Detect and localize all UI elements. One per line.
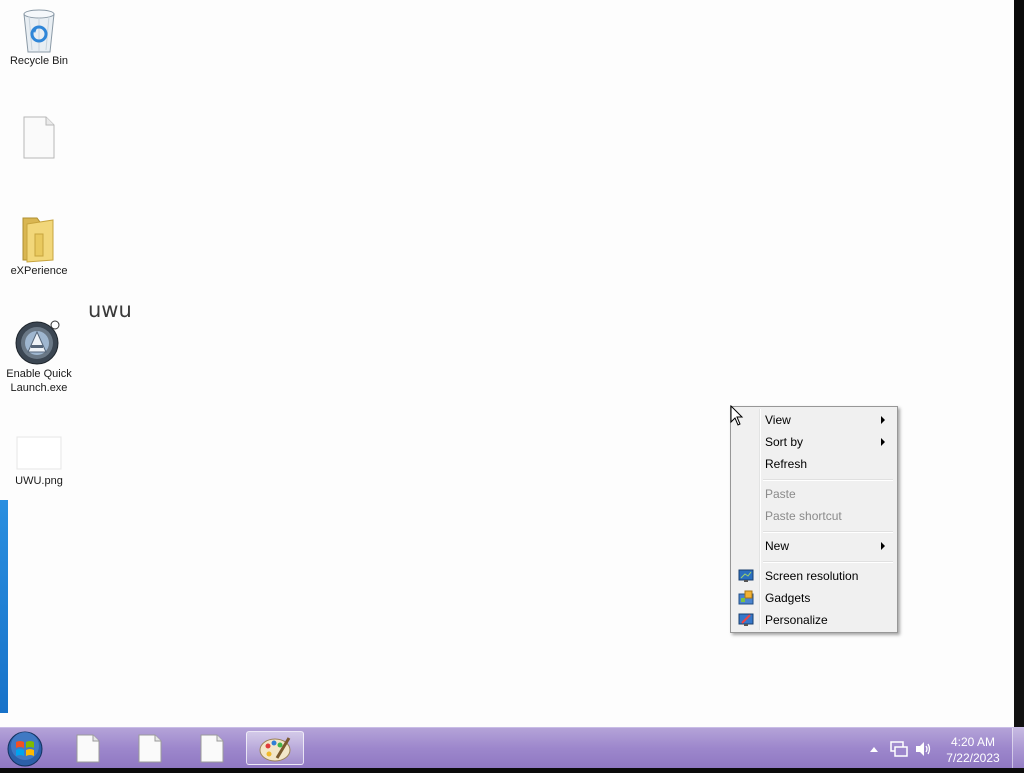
menu-item-screen-resolution[interactable]: Screen resolution — [733, 565, 895, 587]
taskbar: 4:20 AM 7/22/2023 — [0, 727, 1024, 768]
screen-edge-strip — [1014, 0, 1024, 727]
app-launcher-icon — [15, 320, 60, 365]
taskbar-button-document-3[interactable] — [184, 731, 240, 765]
menu-item-new[interactable]: New — [733, 535, 895, 557]
document-icon — [200, 734, 224, 763]
menu-item-refresh[interactable]: Refresh — [733, 453, 895, 475]
menu-item-label: Screen resolution — [765, 569, 859, 583]
desktop-icon-experience-folder[interactable]: eXPerience — [0, 214, 78, 278]
wallpaper-edge-strip — [0, 500, 8, 713]
menu-item-sort-by[interactable]: Sort by — [733, 431, 895, 453]
menu-item-label: Paste shortcut — [765, 509, 842, 523]
clock-date: 7/22/2023 — [946, 751, 1000, 765]
desktop-icon-enable-quick-launch[interactable]: Enable Quick Launch.exe — [0, 319, 78, 395]
blank-file-icon — [23, 116, 55, 159]
notification-area — [866, 728, 936, 769]
show-hidden-icons-icon[interactable] — [869, 745, 879, 753]
menu-item-label: Gadgets — [765, 591, 811, 605]
screen-resolution-icon — [738, 569, 754, 582]
desktop-icon-label: Enable Quick Launch.exe — [6, 368, 72, 394]
taskbar-button-document-2[interactable] — [122, 731, 178, 765]
menu-item-label: Personalize — [765, 613, 828, 627]
menu-item-label: New — [765, 539, 790, 553]
desktop-icon-uwu-png[interactable]: UWU.png — [0, 436, 78, 488]
desktop-icon-label: UWU.png — [15, 475, 63, 487]
menu-item-paste-shortcut[interactable]: Paste shortcut — [733, 505, 895, 527]
personalize-icon — [738, 613, 754, 626]
menu-item-label: Refresh — [765, 457, 808, 471]
desktop-context-menu: View Sort by Refresh Paste Paste shortcu… — [730, 406, 898, 633]
show-desktop-button[interactable] — [1012, 728, 1024, 768]
submenu-arrow-icon — [881, 438, 885, 446]
volume-icon[interactable] — [914, 740, 932, 758]
submenu-arrow-icon — [881, 416, 885, 424]
mouse-pointer-icon — [730, 405, 744, 426]
menu-item-label: Sort by — [765, 435, 804, 449]
folder-icon — [22, 217, 54, 263]
image-file-icon — [16, 436, 62, 470]
document-icon — [76, 734, 100, 763]
menu-item-personalize[interactable]: Personalize — [733, 609, 895, 631]
clock-time: 4:20 AM — [950, 735, 996, 749]
taskbar-clock[interactable]: 4:20 AM 7/22/2023 — [938, 734, 1008, 766]
network-icon[interactable] — [890, 740, 908, 758]
menu-item-paste[interactable]: Paste — [733, 483, 895, 505]
document-icon — [138, 734, 162, 763]
desktop-icon-blank-file[interactable] — [0, 116, 78, 160]
menu-item-gadgets[interactable]: Gadgets — [733, 587, 895, 609]
taskbar-button-paint[interactable] — [246, 731, 304, 765]
paint-palette-icon — [259, 737, 291, 762]
menu-separator — [763, 479, 893, 481]
desktop-icon-recycle-bin[interactable]: Recycle Bin — [0, 6, 78, 68]
taskbar-button-document-1[interactable] — [60, 731, 116, 765]
submenu-arrow-icon — [881, 542, 885, 550]
start-button[interactable] — [4, 730, 46, 768]
gadgets-icon — [738, 590, 754, 605]
menu-item-view[interactable]: View — [733, 409, 895, 431]
menu-separator — [763, 561, 893, 563]
desktop-floating-text: uwu — [88, 298, 132, 322]
recycle-bin-icon — [23, 9, 55, 53]
menu-item-label: View — [765, 413, 791, 427]
desktop-icon-label: Recycle Bin — [9, 55, 69, 67]
windows-start-icon — [7, 731, 43, 767]
desktop-icon-label: eXPerience — [10, 265, 68, 277]
menu-item-label: Paste — [765, 487, 796, 501]
menu-separator — [763, 531, 893, 533]
